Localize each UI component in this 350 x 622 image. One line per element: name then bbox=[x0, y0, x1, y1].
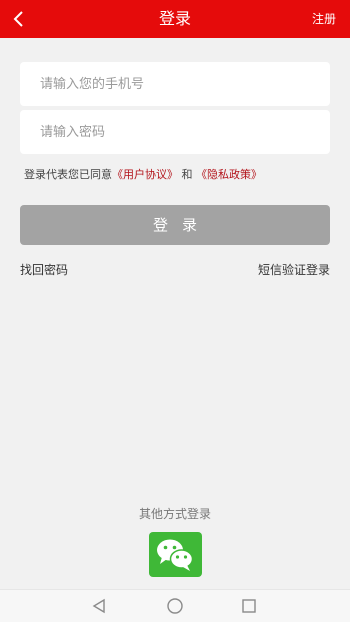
home-circle-icon bbox=[167, 598, 183, 614]
other-login-label: 其他方式登录 bbox=[138, 507, 211, 521]
app-header: 登录 注册 bbox=[0, 0, 350, 38]
system-navigation-bar bbox=[0, 589, 350, 622]
user-agreement-link[interactable]: 《用户协议》 bbox=[112, 168, 178, 181]
wechat-icon bbox=[157, 539, 194, 571]
forgot-password-link[interactable]: 找回密码 bbox=[20, 261, 68, 278]
agreement-prefix: 登录代表您已同意 bbox=[24, 168, 112, 181]
password-field-container bbox=[20, 110, 330, 154]
sms-login-link[interactable]: 短信验证登录 bbox=[258, 261, 330, 278]
privacy-policy-link[interactable]: 《隐私政策》 bbox=[196, 168, 262, 181]
recents-square-icon bbox=[242, 599, 256, 613]
agreement-conjunction: 和 bbox=[181, 168, 193, 181]
agreement-text: 登录代表您已同意《用户协议》 和 《隐私政策》 bbox=[24, 166, 262, 182]
wechat-login-button[interactable] bbox=[149, 532, 202, 577]
nav-back-button[interactable] bbox=[88, 596, 110, 616]
phone-input[interactable] bbox=[20, 62, 330, 106]
phone-field-container bbox=[20, 62, 330, 106]
password-input[interactable] bbox=[20, 110, 330, 154]
nav-home-button[interactable] bbox=[164, 596, 186, 616]
back-triangle-icon bbox=[92, 598, 105, 614]
nav-recents-button[interactable] bbox=[238, 596, 260, 616]
login-button[interactable]: 登录 bbox=[20, 205, 330, 245]
register-button[interactable]: 注册 bbox=[312, 0, 336, 38]
page-title: 登录 bbox=[158, 9, 191, 28]
